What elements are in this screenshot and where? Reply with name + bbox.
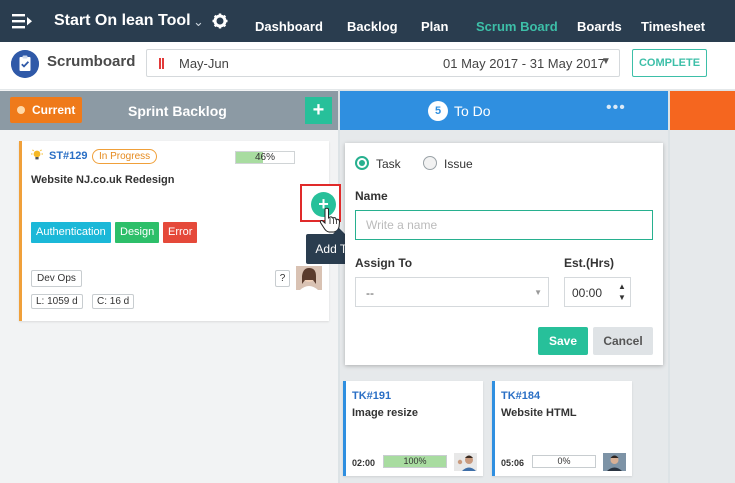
tag-authentication[interactable]: Authentication	[31, 222, 111, 243]
lead-time-badge: L: 1059 d	[31, 294, 83, 309]
cycle-time-badge: C: 16 d	[92, 294, 135, 309]
new-task-form: Task Issue Name Assign To -- ▼ Est.(Hrs)…	[345, 143, 663, 365]
progress-label: 0%	[557, 456, 571, 466]
cancel-button[interactable]: Cancel	[593, 327, 653, 355]
nav-backlog[interactable]: Backlog	[347, 19, 398, 34]
scrumboard-header: Scrumboard May-Jun 01 May 2017 - 31 May …	[0, 42, 735, 90]
team-badge: Dev Ops	[31, 270, 82, 287]
task-card[interactable]: TK#191 Image resize 02:00 100%	[343, 381, 483, 476]
page-title: Scrumboard	[47, 53, 136, 70]
nav-timesheet[interactable]: Timesheet	[641, 19, 705, 34]
story-progress-bar: 46%	[235, 151, 295, 164]
assign-to-select[interactable]: -- ▼	[355, 277, 549, 307]
assign-label: Assign To	[355, 256, 413, 270]
tag-design[interactable]: Design	[115, 222, 160, 243]
sprint-select[interactable]: May-Jun 01 May 2017 - 31 May 2017 ▼	[146, 49, 620, 77]
avatar	[603, 453, 626, 471]
more-options-icon[interactable]: •••	[606, 99, 626, 117]
avatar	[296, 266, 322, 290]
story-id[interactable]: ST#129	[49, 150, 88, 162]
pause-icon	[159, 58, 164, 69]
bulb-icon	[31, 149, 43, 160]
spin-down-icon[interactable]: ▼	[615, 292, 629, 303]
todo-column-title: To Do	[454, 103, 491, 119]
sprint-name: May-Jun	[179, 56, 229, 71]
next-column-header	[670, 91, 735, 130]
task-title: Image resize	[352, 407, 419, 419]
story-card[interactable]: ST#129 In Progress 46% Website NJ.co.uk …	[19, 141, 329, 321]
estimate-input[interactable]: 00:00 ▲ ▼	[564, 277, 631, 307]
progress-label: 100%	[403, 456, 427, 466]
task-card[interactable]: TK#184 Website HTML 05:06 0%	[492, 381, 632, 476]
task-id[interactable]: TK#191	[352, 390, 391, 402]
task-progress-bar: 0%	[532, 455, 596, 468]
next-column	[670, 130, 735, 483]
complete-button[interactable]: COMPLETE	[632, 49, 707, 77]
task-radio-label[interactable]: Task	[376, 157, 401, 171]
estimate-label: Est.(Hrs)	[564, 256, 615, 270]
task-time: 05:06	[501, 458, 525, 468]
save-button[interactable]: Save	[538, 327, 588, 355]
name-label: Name	[355, 189, 388, 203]
status-badge: In Progress	[92, 149, 158, 164]
menu-icon[interactable]	[12, 12, 34, 30]
story-title: Website NJ.co.uk Redesign	[31, 174, 175, 186]
assign-value: --	[366, 286, 374, 300]
issue-radio-label[interactable]: Issue	[444, 157, 473, 171]
progress-label: 46%	[254, 152, 275, 163]
nav-scrum-board[interactable]: Scrum Board	[476, 19, 558, 34]
sprint-dates: 01 May 2017 - 31 May 2017	[443, 56, 605, 71]
spin-up-icon[interactable]: ▲	[615, 281, 629, 292]
caret-down-icon: ▼	[601, 56, 611, 67]
task-title: Website HTML	[501, 407, 577, 419]
spinner[interactable]: ▲ ▼	[615, 281, 629, 305]
app-title[interactable]: Start On lean Tool	[54, 12, 191, 30]
task-radio[interactable]	[355, 156, 369, 170]
nav-plan[interactable]: Plan	[421, 19, 448, 34]
backlog-column-title: Sprint Backlog	[128, 103, 227, 119]
chevron-down-icon[interactable]: ⌄	[193, 14, 204, 30]
avatar	[454, 453, 477, 471]
clipboard-check-icon	[11, 50, 39, 78]
help-badge[interactable]: ?	[275, 270, 290, 287]
nav-dashboard[interactable]: Dashboard	[255, 19, 323, 34]
gear-icon[interactable]	[212, 13, 228, 29]
top-nav-bar: Start On lean Tool ⌄ Dashboard Backlog P…	[0, 0, 735, 42]
task-time: 02:00	[352, 458, 376, 468]
todo-count-badge: 5	[428, 101, 448, 121]
dot-icon	[17, 106, 25, 114]
task-id[interactable]: TK#184	[501, 390, 540, 402]
issue-radio[interactable]	[423, 156, 437, 170]
current-label: Current	[32, 103, 76, 117]
estimate-value: 00:00	[572, 286, 603, 300]
add-story-button[interactable]: +	[305, 97, 332, 124]
caret-down-icon: ▼	[534, 288, 542, 297]
current-badge[interactable]: Current	[10, 97, 82, 123]
tag-error[interactable]: Error	[163, 222, 198, 243]
task-progress-bar: 100%	[383, 455, 447, 468]
nav-boards[interactable]: Boards	[577, 19, 622, 34]
task-name-input[interactable]	[355, 210, 653, 240]
